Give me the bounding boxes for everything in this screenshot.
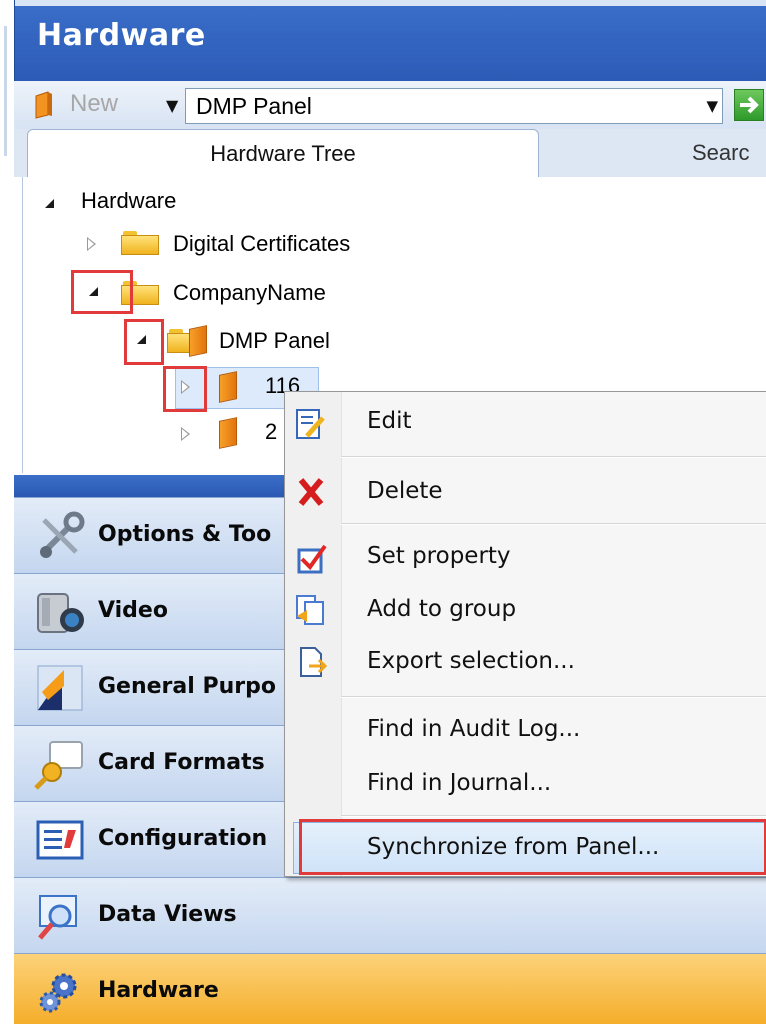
tree-node-companyname[interactable]: CompanyName [173,280,326,306]
collapsed-arrow-icon[interactable] [87,237,96,251]
key-card-icon [34,741,83,790]
menu-item-synchronize-from-panel[interactable]: Synchronize from Panel... [367,834,659,860]
menu-item-find-audit-log[interactable]: Find in Audit Log... [367,716,580,742]
edit-icon [296,409,325,439]
new-device-icon[interactable] [34,90,54,119]
export-icon [300,647,328,677]
tree-node-digital-certificates[interactable]: Digital Certificates [173,231,350,257]
chevron-down-icon[interactable]: ▼ [706,97,718,115]
device-icon [219,371,243,403]
annotation-box [71,270,133,314]
annotation-box [124,319,164,365]
toolbar: New ▼ DMP Panel ▼ [14,81,766,130]
gears-icon [39,973,77,1013]
delete-x-icon [298,478,324,506]
pane-title-bar: Hardware [14,0,766,81]
tree-node-2[interactable]: 2 [265,419,277,445]
general-purpose-icon [37,665,83,711]
add-group-icon [296,595,324,625]
collapsed-arrow-icon[interactable] [181,427,190,441]
tab-hardware-tree[interactable]: Hardware Tree [27,129,539,177]
tools-icon [39,511,85,558]
device-icon [219,417,243,449]
menu-item-add-to-group[interactable]: Add to group [367,596,516,622]
tab-label: Hardware Tree [210,141,356,166]
menu-item-edit[interactable]: Edit [367,408,412,434]
pane-title: Hardware [37,18,206,53]
nav-label: General Purpo [98,674,276,699]
data-views-icon [38,895,77,940]
nav-label: Configuration [98,826,268,851]
folder-icon [121,231,159,255]
panel-device-icon [189,325,213,357]
left-edge [0,0,14,1024]
checkbox-icon [297,544,327,574]
menu-item-export-selection[interactable]: Export selection... [367,648,575,674]
nav-label: Hardware [98,978,219,1003]
tree-node-hardware[interactable]: Hardware [81,188,176,214]
arrow-right-icon [740,96,759,114]
tab-strip: Hardware Tree Searc [14,129,766,177]
context-menu: Edit Delete Set property Add to group Ex… [284,391,766,877]
panel-type-value: DMP Panel [196,93,312,119]
new-dropdown-arrow-icon[interactable]: ▼ [166,96,178,115]
menu-separator [341,456,766,458]
nav-data-views[interactable]: Data Views [14,877,766,953]
go-button[interactable] [734,89,764,121]
menu-item-delete[interactable]: Delete [367,478,443,504]
nav-hardware[interactable]: Hardware [14,953,766,1024]
nav-label: Video [98,598,168,623]
menu-icon-gutter [285,392,342,876]
tab-search[interactable]: Searc [692,140,749,166]
nav-label: Options & Too [98,522,272,547]
nav-label: Card Formats [98,750,265,775]
menu-separator [341,696,766,698]
menu-item-find-journal[interactable]: Find in Journal... [367,770,551,796]
menu-separator [341,815,766,817]
menu-item-set-property[interactable]: Set property [367,543,511,569]
menu-separator [341,523,766,525]
camera-icon [37,593,84,633]
expanded-arrow-icon[interactable] [45,199,54,208]
configuration-icon [36,820,84,860]
panel-type-select[interactable]: DMP Panel ▼ [185,88,723,124]
nav-label: Data Views [98,902,237,927]
new-button[interactable]: New [70,90,118,118]
tree-node-dmp-panel[interactable]: DMP Panel [219,328,330,354]
annotation-box [163,366,207,412]
